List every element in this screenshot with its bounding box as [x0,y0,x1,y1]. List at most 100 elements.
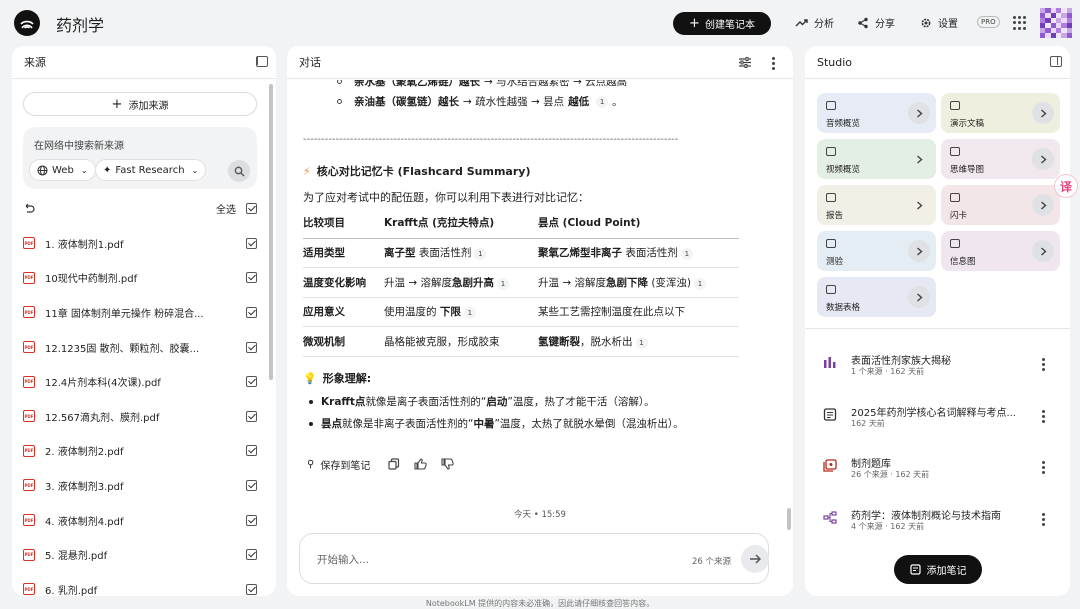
source-item[interactable]: PDF 12.1235固 散剂、颗粒剂、胶囊... [23,330,257,365]
send-button[interactable] [741,545,769,573]
source-item[interactable]: PDF 4. 液体制剂4.pdf [23,503,257,538]
chat-input[interactable]: 开始输入... [317,552,369,567]
settings-button[interactable]: 设置 [920,15,958,30]
source-checkbox[interactable] [246,479,257,491]
copy-icon[interactable] [388,458,400,470]
source-checkbox[interactable] [246,341,257,353]
studio-tile-label: 数据表格 [826,303,861,313]
more-menu-icon[interactable] [1042,461,1045,474]
note-title: 2025年药剂学核心名词解释与考点... [851,408,1016,419]
thumbs-up-icon[interactable] [414,458,427,470]
chevron-right-icon[interactable] [908,148,930,170]
mind-map-icon [950,147,960,156]
apps-grid-icon[interactable] [1013,16,1027,30]
source-checkbox[interactable] [246,237,257,249]
source-checkbox[interactable] [246,445,257,457]
source-checkbox[interactable] [246,410,257,422]
chevron-right-icon[interactable] [1032,194,1054,216]
chat-more-menu-icon[interactable] [772,57,775,70]
citation-chip[interactable]: 1 [694,277,707,290]
source-item[interactable]: PDF 11章 固体制剂单元操作 粉碎混合... [23,295,257,330]
source-item[interactable]: PDF 12.4片剂本科(4次课).pdf [23,364,257,399]
source-checkbox[interactable] [246,549,257,561]
add-source-button[interactable]: + 添加来源 [23,92,257,116]
search-input[interactable]: 在网络中搜索新来源 [34,137,124,152]
studio-tile[interactable]: 演示文稿 [941,93,1060,133]
chevron-right-icon[interactable] [908,240,930,262]
refresh-icon[interactable] [23,203,35,214]
chevron-right-icon[interactable] [1032,240,1054,262]
studio-tile[interactable]: 报告 [817,185,936,225]
create-notebook-button[interactable]: + 创建笔记本 [673,12,771,35]
chevron-right-icon[interactable] [908,194,930,216]
source-item[interactable]: PDF 3. 液体制剂3.pdf [23,468,257,503]
citation-chip[interactable]: 1 [596,95,609,108]
web-source-dropdown[interactable]: Web ⌄ [29,159,96,181]
source-item[interactable]: PDF 2. 液体制剂2.pdf [23,434,257,469]
citation-chip[interactable]: 1 [474,248,487,261]
notebooklm-logo-icon[interactable] [14,10,40,36]
chat-input-box[interactable]: 开始输入... 26 个来源 [299,533,769,584]
studio-tile[interactable]: 视频概览 [817,139,936,179]
select-all-row: 全选 [23,200,257,216]
collapse-panel-icon[interactable] [1050,56,1062,67]
source-checkbox[interactable] [246,306,257,318]
add-note-button[interactable]: 添加笔记 [894,555,982,584]
arrow-right-icon [750,554,761,564]
studio-tile[interactable]: 测验 [817,231,936,271]
table-row: 微观机制 晶格能被克服，形成胶束 氢键断裂，脱水析出 1 [303,326,739,357]
studio-tile[interactable]: 思维导图 [941,139,1060,179]
collapse-panel-icon[interactable] [256,56,268,67]
source-name: 12.4片剂本科(4次课).pdf [45,378,161,390]
chevron-right-icon[interactable] [908,102,930,124]
research-mode-dropdown[interactable]: ✦ Fast Research ⌄ [95,159,207,181]
save-to-note-button[interactable]: ⚲ 保存到笔记 [303,453,374,475]
table-cell: 离子型 表面活性剂 1 [384,238,538,268]
studio-tile[interactable]: 音频概览 [817,93,936,133]
citation-chip[interactable]: 1 [680,248,693,261]
source-checkbox[interactable] [246,272,257,284]
share-button[interactable]: 分享 [857,15,895,30]
citation-chip[interactable]: 1 [635,336,648,349]
pdf-icon: PDF [23,444,35,457]
chevron-right-icon[interactable] [1032,102,1054,124]
more-menu-icon[interactable] [1042,410,1045,423]
chat-scrollbar[interactable] [787,508,791,530]
source-item[interactable]: PDF 1. 液体制剂1.pdf [23,226,257,261]
source-checkbox[interactable] [246,376,257,388]
pdf-icon: PDF [23,583,35,596]
more-menu-icon[interactable] [1042,358,1045,371]
avatar[interactable] [1040,8,1072,38]
source-checkbox[interactable] [246,583,257,595]
analyze-button[interactable]: 分析 [795,15,834,30]
select-all-checkbox[interactable] [246,202,257,214]
citation-chip[interactable]: 1 [496,277,509,290]
chevron-right-icon[interactable] [908,286,930,308]
source-name: 12.567滴丸剂、膜剂.pdf [45,412,160,424]
tune-settings-icon[interactable] [739,57,751,68]
studio-tile[interactable]: 信息图 [941,231,1060,271]
source-checkbox[interactable] [246,514,257,526]
note-item[interactable]: 制剂题库 26 个来源 · 162 天前 [823,451,1051,481]
plus-icon: + [689,15,700,31]
studio-tile[interactable]: 数据表格 [817,277,936,317]
studio-tile[interactable]: 闪卡 [941,185,1060,225]
source-item[interactable]: PDF 5. 混悬剂.pdf [23,537,257,572]
source-item[interactable]: PDF 10现代中药制剂.pdf [23,261,257,296]
note-item[interactable]: 药剂学：液体制剂概论与技术指南 4 个来源 · 162 天前 [823,503,1051,533]
intro-text: 为了应对考试中的配伍题，你可以利用下表进行对比记忆： [303,191,589,204]
note-item[interactable]: 表面活性剂家族大揭秘 1 个来源 · 162 天前 [823,348,1051,378]
studio-header: Studio #studio .panel-icon::after{right:… [805,46,1070,79]
translate-icon[interactable]: 译 [1054,174,1078,198]
pdf-icon: PDF [23,271,35,284]
note-item[interactable]: 2025年药剂学核心名词解释与考点... 162 天前 [823,400,1051,430]
chevron-right-icon[interactable] [1032,148,1054,170]
sources-scrollbar[interactable] [269,84,273,380]
citation-chip[interactable]: 1 [463,307,476,320]
source-item[interactable]: PDF 12.567滴丸剂、膜剂.pdf [23,399,257,434]
source-item[interactable]: PDF 6. 乳剂.pdf [23,572,257,596]
search-submit-button[interactable] [228,160,250,182]
notebook-title[interactable]: 药剂学 [56,12,104,36]
more-menu-icon[interactable] [1042,513,1045,526]
thumbs-down-icon[interactable] [441,458,454,470]
